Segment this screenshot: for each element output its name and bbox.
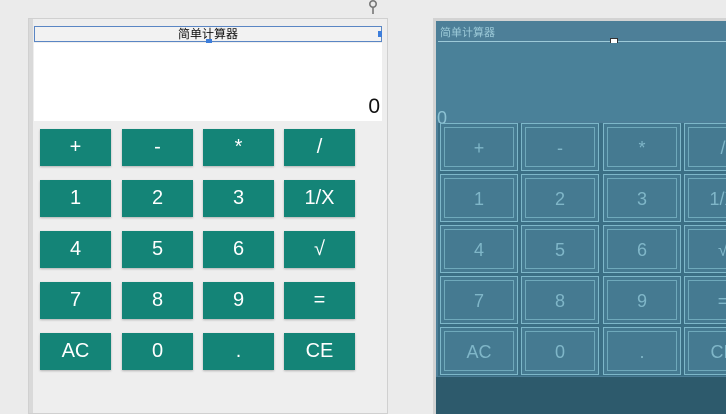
blueprint-cell-label: . — [639, 342, 645, 362]
pin-icon — [369, 0, 377, 14]
blueprint-cell-label: 1 — [473, 189, 484, 209]
clear-entry-button[interactable]: CE — [284, 333, 355, 370]
digit-0-button[interactable]: 0 — [122, 333, 193, 370]
divide-button[interactable]: / — [284, 129, 355, 166]
all-clear-button[interactable]: AC — [40, 333, 111, 370]
sqrt-button[interactable]: √ — [284, 231, 355, 268]
equals-button[interactable]: = — [284, 282, 355, 319]
blueprint-cell-label: 6 — [636, 240, 647, 260]
digit-1-button[interactable]: 1 — [40, 180, 111, 217]
minus-button[interactable]: - — [122, 129, 193, 166]
blueprint-cell-label: 3 — [636, 189, 647, 209]
blueprint-digit-0-cell[interactable]: 0 — [521, 327, 599, 375]
blueprint-divide-cell[interactable]: / — [684, 123, 726, 171]
blueprint-minus-cell[interactable]: - — [521, 123, 599, 171]
blueprint-digit-1-cell[interactable]: 1 — [440, 174, 518, 222]
decimal-button[interactable]: . — [203, 333, 274, 370]
blueprint-digit-4-cell[interactable]: 4 — [440, 225, 518, 273]
plus-button[interactable]: + — [40, 129, 111, 166]
blueprint-cell-label: 8 — [554, 291, 565, 311]
digit-5-button[interactable]: 5 — [122, 231, 193, 268]
blueprint-clear-entry-cell[interactable]: CE — [684, 327, 726, 375]
blueprint-cell-label: + — [473, 138, 485, 158]
blueprint-cell-label: CE — [710, 342, 726, 362]
multiply-button[interactable]: * — [203, 129, 274, 166]
blueprint-display: 0 — [436, 43, 726, 128]
blueprint-cell-label: 4 — [473, 240, 484, 260]
resize-handle-right[interactable] — [378, 31, 382, 37]
blueprint-title[interactable]: 简单计算器 — [438, 24, 726, 42]
blueprint-multiply-cell[interactable]: * — [603, 123, 681, 171]
blueprint-plus-cell[interactable]: + — [440, 123, 518, 171]
digit-4-button[interactable]: 4 — [40, 231, 111, 268]
blueprint-digit-6-cell[interactable]: 6 — [603, 225, 681, 273]
blueprint-preview: 简单计算器 0 + - * / 1 2 3 1/X 4 5 6 √ 7 8 9 … — [436, 21, 726, 414]
blueprint-cell-label: 5 — [554, 240, 565, 260]
digit-8-button[interactable]: 8 — [122, 282, 193, 319]
blueprint-digit-8-cell[interactable]: 8 — [521, 276, 599, 324]
blueprint-decimal-cell[interactable]: . — [603, 327, 681, 375]
blueprint-sqrt-cell[interactable]: √ — [684, 225, 726, 273]
blueprint-cell-label: 7 — [473, 291, 484, 311]
blueprint-digit-2-cell[interactable]: 2 — [521, 174, 599, 222]
blueprint-cell-label: * — [638, 138, 646, 158]
blueprint-digit-9-cell[interactable]: 9 — [603, 276, 681, 324]
blueprint-cell-label: = — [717, 291, 726, 311]
frame-shadow — [29, 19, 33, 413]
digit-7-button[interactable]: 7 — [40, 282, 111, 319]
display-value: 0 — [368, 95, 380, 118]
blueprint-cell-label: / — [720, 138, 726, 158]
blueprint-all-clear-cell[interactable]: AC — [440, 327, 518, 375]
blueprint-digit-7-cell[interactable]: 7 — [440, 276, 518, 324]
blueprint-cell-label: - — [557, 138, 563, 158]
digit-2-button[interactable]: 2 — [122, 180, 193, 217]
digit-3-button[interactable]: 3 — [203, 180, 274, 217]
blueprint-cell-label: AC — [466, 342, 492, 362]
blueprint-bottom-area — [436, 377, 726, 414]
reciprocal-button[interactable]: 1/X — [284, 180, 355, 217]
blueprint-digit-3-cell[interactable]: 3 — [603, 174, 681, 222]
blueprint-button-grid: + - * / 1 2 3 1/X 4 5 6 √ 7 8 9 = AC 0 .… — [438, 123, 726, 376]
blueprint-digit-5-cell[interactable]: 5 — [521, 225, 599, 273]
result-display: 0 — [34, 43, 382, 121]
digit-9-button[interactable]: 9 — [203, 282, 274, 319]
blueprint-cell-label: 1/X — [709, 189, 726, 209]
blueprint-reciprocal-cell[interactable]: 1/X — [684, 174, 726, 222]
blueprint-cell-label: √ — [718, 240, 726, 260]
blueprint-cell-label: 0 — [554, 342, 565, 362]
blueprint-cell-label: 9 — [636, 291, 647, 311]
blueprint-equals-cell[interactable]: = — [684, 276, 726, 324]
blueprint-cell-label: 2 — [554, 189, 565, 209]
digit-6-button[interactable]: 6 — [203, 231, 274, 268]
